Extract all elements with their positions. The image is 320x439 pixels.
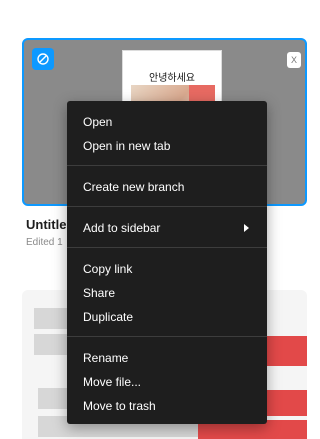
menu-divider <box>67 336 267 337</box>
menu-item-move-file[interactable]: Move file... <box>83 374 141 390</box>
menu-item-copy-link[interactable]: Copy link <box>83 261 132 277</box>
menu-item-share[interactable]: Share <box>83 285 115 301</box>
menu-item-open-in-new-tab[interactable]: Open in new tab <box>83 138 170 154</box>
thumbnail-red-block <box>262 390 307 416</box>
menu-item-open[interactable]: Open <box>83 114 112 130</box>
figma-logo-icon <box>32 48 54 70</box>
menu-divider <box>67 165 267 166</box>
menu-item-rename[interactable]: Rename <box>83 350 128 366</box>
file-edited-time: Edited 1 <box>26 237 63 248</box>
chevron-right-icon <box>244 224 249 232</box>
menu-item-create-new-branch[interactable]: Create new branch <box>83 179 184 195</box>
thumbnail-text: 안녕하세요 <box>149 73 195 84</box>
card-options-button[interactable]: X <box>287 52 301 68</box>
context-menu: Open Open in new tab Create new branch A… <box>67 101 267 424</box>
menu-item-add-to-sidebar[interactable]: Add to sidebar <box>83 220 160 236</box>
thumbnail-red-block <box>262 336 307 366</box>
menu-divider <box>67 247 267 248</box>
menu-item-duplicate[interactable]: Duplicate <box>83 309 133 325</box>
menu-item-move-to-trash[interactable]: Move to trash <box>83 398 156 414</box>
menu-divider <box>67 206 267 207</box>
